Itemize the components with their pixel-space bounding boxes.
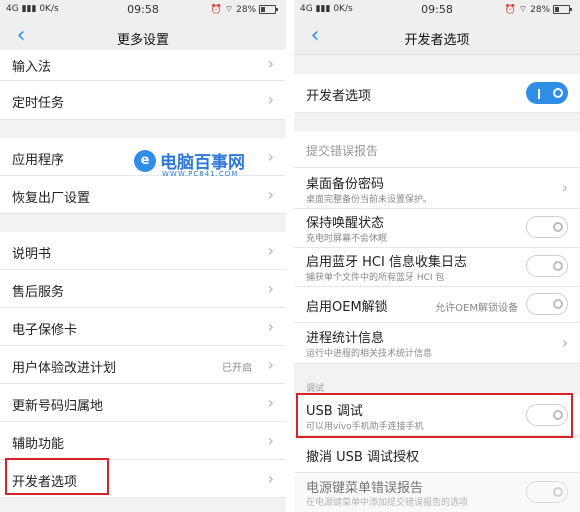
usb-debugging-switch[interactable] bbox=[526, 404, 568, 426]
developer-options-toggle-row[interactable]: 开发者选项 bbox=[294, 74, 580, 113]
wifi-icon: ⌔ bbox=[224, 5, 234, 15]
status-right: ⏰ ⌔ 28% bbox=[505, 4, 572, 15]
section-debug-header: 调试 bbox=[306, 384, 325, 394]
item-label: 电源键菜单错误报告 bbox=[306, 481, 424, 496]
developer-options-screen: 4G ▮▮▮ 0K/s 09:58 ⏰ ⌔ 28% ‹ 开发者选项 开发者选项 … bbox=[294, 0, 580, 512]
status-bar: 4G ▮▮▮ 0K/s 09:58 ⏰ ⌔ 28% bbox=[294, 0, 580, 20]
usb-debugging-item[interactable]: USB 调试 可以用vivo手机助手连接手机 bbox=[294, 395, 580, 436]
settings-item-accessibility[interactable]: 辅助功能 › bbox=[0, 422, 286, 460]
status-bar: 4G ▮▮▮ 0K/s 09:58 ⏰ ⌔ 28% bbox=[0, 0, 286, 20]
oem-unlock-switch[interactable] bbox=[526, 293, 568, 315]
item-label: 进程统计信息 bbox=[306, 331, 385, 346]
item-label: USB 调试 bbox=[306, 404, 363, 419]
stay-awake-item[interactable]: 保持唤醒状态 充电时屏幕不会休眠 bbox=[294, 209, 580, 248]
chevron-right-icon: › bbox=[267, 317, 274, 336]
panel-divider bbox=[286, 0, 294, 512]
wifi-icon: ⌔ bbox=[518, 5, 528, 15]
page-title: 开发者选项 bbox=[404, 33, 470, 48]
item-status: 已开启 bbox=[222, 363, 252, 374]
item-label: 应用程序 bbox=[12, 153, 65, 168]
battery-percent: 28% bbox=[530, 5, 551, 15]
item-subtitle: 运行中进程的相关技术统计信息 bbox=[306, 349, 433, 359]
chevron-right-icon: › bbox=[561, 333, 568, 352]
battery-icon bbox=[259, 5, 276, 14]
oem-unlock-item[interactable]: 启用OEM解锁 允许OEM解锁设备 bbox=[294, 287, 580, 323]
settings-item-manual[interactable]: 说明书 › bbox=[0, 232, 286, 270]
process-stats-item[interactable]: 进程统计信息 运行中进程的相关技术统计信息 › bbox=[294, 323, 580, 364]
item-label: 撤消 USB 调试授权 bbox=[306, 450, 419, 465]
battery-percent: 28% bbox=[236, 5, 257, 15]
battery-icon bbox=[553, 5, 570, 14]
item-subtitle: 充电时屏幕不会休眠 bbox=[306, 234, 388, 244]
settings-item-developer-options[interactable]: 开发者选项 › bbox=[0, 460, 286, 498]
desktop-backup-password-item[interactable]: 桌面备份密码 桌面完整备份当前未设置保护。 › bbox=[294, 168, 580, 209]
item-label: 恢复出厂设置 bbox=[12, 191, 91, 206]
item-label: 开发者选项 bbox=[306, 89, 372, 104]
item-subtitle: 桌面完整备份当前未设置保护。 bbox=[306, 195, 433, 205]
item-label: 启用OEM解锁 bbox=[306, 300, 388, 315]
item-subtitle: 在电源键菜单中添加提交错误报告的选项 bbox=[306, 498, 469, 508]
title-bar: ‹ 开发者选项 bbox=[294, 20, 580, 55]
settings-item-e-warranty[interactable]: 电子保修卡 › bbox=[0, 308, 286, 346]
item-value: 允许OEM解锁设备 bbox=[435, 303, 518, 314]
item-label: 更新号码归属地 bbox=[12, 399, 104, 414]
item-label: 定时任务 bbox=[12, 96, 65, 111]
settings-item-ux-program[interactable]: 用户体验改进计划 已开启 › bbox=[0, 346, 286, 384]
item-label: 辅助功能 bbox=[12, 437, 65, 452]
chevron-right-icon: › bbox=[267, 241, 274, 260]
settings-item-after-sales[interactable]: 售后服务 › bbox=[0, 270, 286, 308]
chevron-right-icon: › bbox=[267, 393, 274, 412]
bluetooth-hci-log-item[interactable]: 启用蓝牙 HCI 信息收集日志 捕获单个文件中的所有蓝牙 HCI 包 bbox=[294, 248, 580, 287]
power-menu-bug-report-item[interactable]: 电源键菜单错误报告 在电源键菜单中添加提交错误报告的选项 bbox=[294, 473, 580, 512]
stay-awake-switch[interactable] bbox=[526, 216, 568, 238]
settings-item-number-location[interactable]: 更新号码归属地 › bbox=[0, 384, 286, 422]
watermark-url: WWW.PC841.COM bbox=[162, 170, 239, 178]
screenshot-composite: 4G ▮▮▮ 0K/s 09:58 ⏰ ⌔ 28% ‹ 更多设置 输入法 › 定… bbox=[0, 0, 580, 512]
item-label: 提交错误报告 bbox=[306, 144, 379, 158]
submit-bug-report-item[interactable]: 提交错误报告 bbox=[294, 131, 580, 168]
item-label: 输入法 bbox=[12, 60, 52, 75]
alarm-icon: ⏰ bbox=[210, 5, 222, 15]
revoke-usb-auth-item[interactable]: 撤消 USB 调试授权 bbox=[294, 438, 580, 473]
alarm-icon: ⏰ bbox=[504, 5, 516, 15]
settings-item-scheduled-tasks[interactable]: 定时任务 › bbox=[0, 81, 286, 120]
chevron-right-icon: › bbox=[267, 185, 274, 204]
item-label: 售后服务 bbox=[12, 285, 65, 300]
power-menu-switch[interactable] bbox=[526, 481, 568, 503]
chevron-right-icon: › bbox=[267, 431, 274, 450]
chevron-right-icon: › bbox=[267, 90, 274, 109]
developer-options-switch[interactable] bbox=[526, 82, 568, 104]
settings-item-factory-reset[interactable]: 恢复出厂设置 › bbox=[0, 176, 286, 214]
item-label: 电子保修卡 bbox=[12, 323, 78, 338]
item-label: 说明书 bbox=[12, 247, 52, 262]
item-subtitle: 捕获单个文件中的所有蓝牙 HCI 包 bbox=[306, 273, 445, 283]
watermark-logo-icon: e bbox=[134, 150, 156, 172]
settings-item-input-method[interactable]: 输入法 › bbox=[0, 50, 286, 81]
chevron-right-icon: › bbox=[267, 147, 274, 166]
chevron-right-icon: › bbox=[267, 469, 274, 488]
bluetooth-hci-switch[interactable] bbox=[526, 255, 568, 277]
chevron-right-icon: › bbox=[267, 279, 274, 298]
item-label: 用户体验改进计划 bbox=[12, 361, 117, 376]
status-right: ⏰ ⌔ 28% bbox=[211, 4, 278, 15]
chevron-right-icon: › bbox=[561, 178, 568, 197]
item-label: 启用蓝牙 HCI 信息收集日志 bbox=[306, 255, 467, 270]
item-label: 开发者选项 bbox=[12, 475, 78, 490]
chevron-right-icon: › bbox=[267, 355, 274, 374]
page-title: 更多设置 bbox=[116, 33, 169, 48]
chevron-right-icon: › bbox=[267, 54, 274, 73]
item-subtitle: 可以用vivo手机助手连接手机 bbox=[306, 422, 424, 432]
item-label: 桌面备份密码 bbox=[306, 177, 385, 192]
item-label: 保持唤醒状态 bbox=[306, 216, 385, 231]
more-settings-screen: 4G ▮▮▮ 0K/s 09:58 ⏰ ⌔ 28% ‹ 更多设置 输入法 › 定… bbox=[0, 0, 286, 512]
